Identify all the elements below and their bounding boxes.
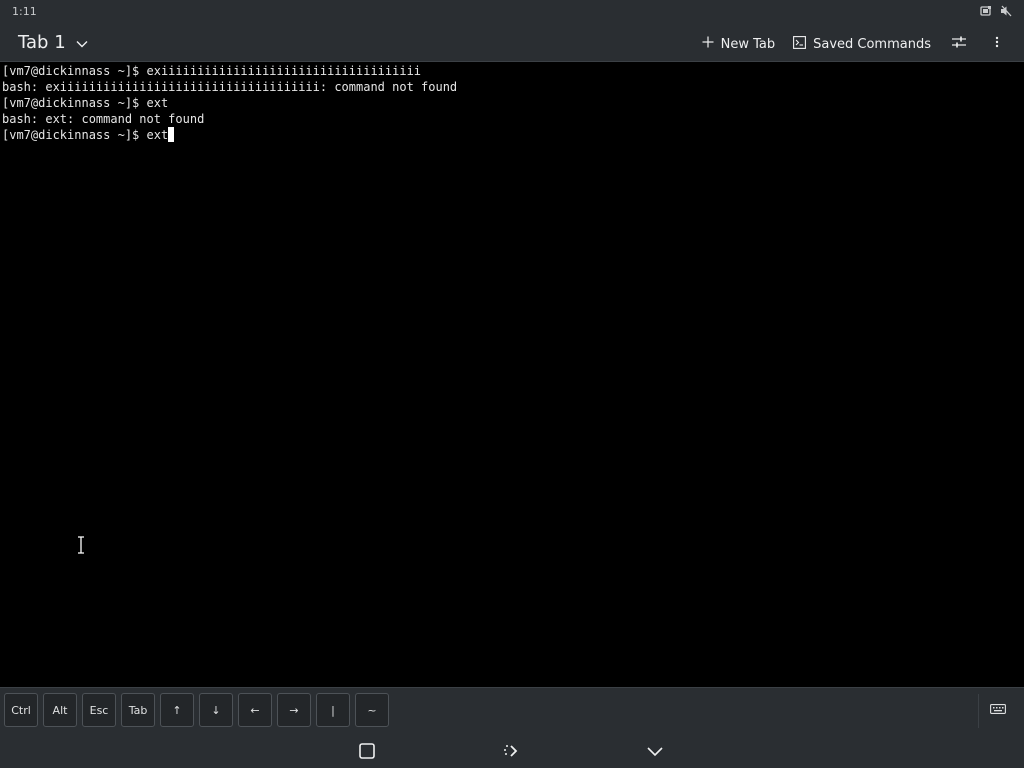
terminal-prompt-line: [vm7@dickinnass ~]$ ext [2, 127, 1024, 143]
key-right[interactable]: → [277, 693, 311, 727]
more-vertical-icon [995, 36, 999, 52]
saved-commands-label: Saved Commands [813, 36, 931, 52]
key-tilde[interactable]: ~ [355, 693, 389, 727]
status-icons [980, 5, 1012, 17]
terminal-line: bash: ext: command not found [2, 112, 205, 126]
rotate-button[interactable] [501, 741, 523, 761]
terminal-icon [793, 35, 807, 53]
terminal-line: bash: exiiiiiiiiiiiiiiiiiiiiiiiiiiiiiiii… [2, 80, 458, 94]
rotate-icon [501, 745, 521, 765]
overview-icon [357, 743, 377, 765]
hide-keyboard-icon [645, 746, 665, 765]
new-tab-label: New Tab [720, 36, 776, 52]
header-toolbar: Tab 1 New Tab Saved Commands [0, 24, 1024, 62]
special-keys-bar: Ctrl Alt Esc Tab ↑ ↓ ← → | ~ [0, 687, 1024, 735]
hide-keyboard-button[interactable] [645, 741, 667, 761]
more-options-button[interactable] [980, 32, 1014, 56]
key-pipe[interactable]: | [316, 693, 350, 727]
chevron-down-icon [76, 32, 88, 53]
keyboard-icon [990, 700, 1006, 719]
text-cursor [168, 127, 175, 142]
new-tab-button[interactable]: New Tab [695, 32, 783, 56]
network-icon [980, 5, 992, 17]
terminal-line: [vm7@dickinnass ~]$ exiiiiiiiiiiiiiiiiii… [2, 64, 422, 78]
key-up[interactable]: ↑ [160, 693, 194, 727]
ibeam-cursor-icon [76, 535, 86, 558]
status-bar: 1:11 [0, 0, 1024, 24]
status-time: 1:11 [12, 5, 37, 18]
navigation-bar [0, 734, 1024, 768]
keybar-divider [978, 694, 979, 728]
tab-selector[interactable]: Tab 1 [18, 32, 88, 53]
terminal-line: [vm7@dickinnass ~]$ ext [2, 96, 169, 110]
terminal-current-input: [vm7@dickinnass ~]$ ext [2, 128, 169, 142]
saved-commands-button[interactable]: Saved Commands [786, 32, 938, 56]
key-ctrl[interactable]: Ctrl [4, 693, 38, 727]
volume-muted-icon [1000, 5, 1012, 17]
key-esc[interactable]: Esc [82, 693, 116, 727]
tab-label: Tab 1 [18, 32, 66, 53]
key-left[interactable]: ← [238, 693, 272, 727]
key-tab[interactable]: Tab [121, 693, 155, 727]
settings-sliders-icon [952, 36, 966, 52]
special-keys: Ctrl Alt Esc Tab ↑ ↓ ← → | ~ [4, 693, 389, 727]
key-down[interactable]: ↓ [199, 693, 233, 727]
keyboard-toggle-button[interactable] [990, 700, 1012, 720]
plus-icon [702, 36, 714, 52]
settings-button[interactable] [942, 32, 976, 56]
key-alt[interactable]: Alt [43, 693, 77, 727]
overview-button[interactable] [357, 741, 379, 761]
terminal-output[interactable]: [vm7@dickinnass ~]$ exiiiiiiiiiiiiiiiiii… [0, 62, 1024, 687]
header-actions: New Tab Saved Commands [695, 32, 1014, 56]
